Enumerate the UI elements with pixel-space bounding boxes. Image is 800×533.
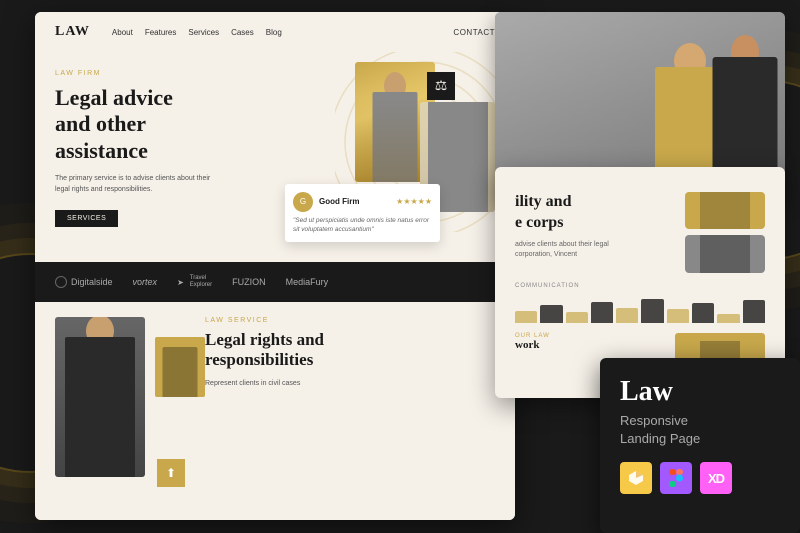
dp-subtitle-line1: Responsive [620,413,688,428]
bottom-man-image [55,317,145,477]
hero-title: Legal adviceand otherassistance [55,85,275,164]
bottom-right: LAW SERVICE Legal rights andresponsibili… [205,317,495,507]
partner-mediafury: MediaFury [286,277,329,287]
rc-header-row: ility ande corps advise clients about th… [515,192,765,273]
bar-1 [515,311,537,323]
dp-subtitle-line2: Landing Page [620,431,700,446]
card2-body [700,235,750,272]
review-text: "Sed ut perspiciatis unde omnis iste nat… [293,216,432,234]
bottom-tag: LAW SERVICE [205,317,495,324]
bottom-left: ⬆ [55,317,185,507]
dp-title: Law [620,378,780,406]
bank-icon: ⚖ [427,72,455,100]
review-company: Good Firm [319,197,359,206]
partner-name-3: TravelExplorer [190,275,212,289]
bar-5 [616,308,638,323]
small-figure [163,347,198,397]
hero-section: LAW FIRM Legal adviceand otherassistance… [35,52,515,262]
hero-right: ⚖ G Good Firm ★★★★★ "Sed ut perspiciatis… [275,62,495,262]
logo: LAW [55,24,90,40]
rc-title: ility ande corps [515,192,675,234]
nav-features[interactable]: Features [145,28,177,37]
partner-fuzion: FUZION [232,277,266,287]
rc-person-card-2 [685,235,765,272]
review-header: G Good Firm ★★★★★ [293,192,432,212]
partner-travel: ➤ TravelExplorer [177,275,212,289]
dp-tools: XD [620,462,780,494]
rc-bottom-text: our law work [515,333,665,356]
nav-cases[interactable]: Cases [231,28,254,37]
hero-left: LAW FIRM Legal adviceand otherassistance… [55,62,275,262]
hero-tag: LAW FIRM [55,70,275,77]
partner-name-5: MediaFury [286,277,329,287]
communication-section: Communication [515,283,765,323]
navigation: LAW About Features Services Cases Blog C… [35,12,515,52]
rc-bottom-label: work [515,339,665,352]
bar-10 [743,300,765,323]
bottom-section: ⬆ LAW SERVICE Legal rights andresponsibi… [35,302,515,520]
figma-icon [660,462,692,494]
nav-about[interactable]: About [112,28,133,37]
partner-name-2: vortex [133,277,158,287]
bar-7 [667,309,689,323]
partner-name-1: Digitalside [71,277,113,287]
bottom-description: Represent clients in civil cases [205,379,495,390]
bar-3 [566,312,588,323]
dark-info-panel: Law Responsive Landing Page XD [600,358,800,533]
rc-person-cards [685,192,765,273]
review-stars: ★★★★★ [396,197,432,206]
digitalside-icon [55,276,67,288]
bar-8 [692,303,714,323]
review-card: G Good Firm ★★★★★ "Sed ut perspiciatis u… [285,184,440,242]
partners-bar: Digitalside vortex ➤ TravelExplorer FUZI… [35,262,515,302]
travel-icon: ➤ [177,278,184,287]
comm-bars [515,293,765,323]
services-button[interactable]: SERVICES [55,210,118,227]
bar-9 [717,314,739,323]
card1-body [700,192,750,229]
review-logo: G [293,192,313,212]
nav-contact[interactable]: CONTACT [453,28,495,37]
nav-links: About Features Services Cases Blog [112,28,282,37]
comm-label: Communication [515,283,765,289]
woman-body [373,92,418,182]
rc-person-card-1 [685,192,765,229]
dp-subtitle: Responsive Landing Page [620,412,780,448]
yellow-small-img [155,337,205,397]
suit-man-body [65,337,135,477]
partner-name-4: FUZION [232,277,266,287]
sketch-icon [620,462,652,494]
xd-icon: XD [700,462,732,494]
rc-text-block: ility ande corps advise clients about th… [515,192,675,273]
nav-blog[interactable]: Blog [266,28,282,37]
rc-text: advise clients about their legalcorporat… [515,240,675,261]
partner-vortex: vortex [133,277,158,287]
bar-6 [641,299,663,323]
partner-digitalside: Digitalside [55,276,113,288]
bar-4 [591,302,613,323]
hero-description: The primary service is to advise clients… [55,174,215,195]
bar-2 [540,305,562,323]
bottom-title: Legal rights andresponsibilities [205,330,495,371]
main-panel: LAW About Features Services Cases Blog C… [35,12,515,520]
nav-services[interactable]: Services [188,28,219,37]
yellow-badge: ⬆ [157,459,185,487]
